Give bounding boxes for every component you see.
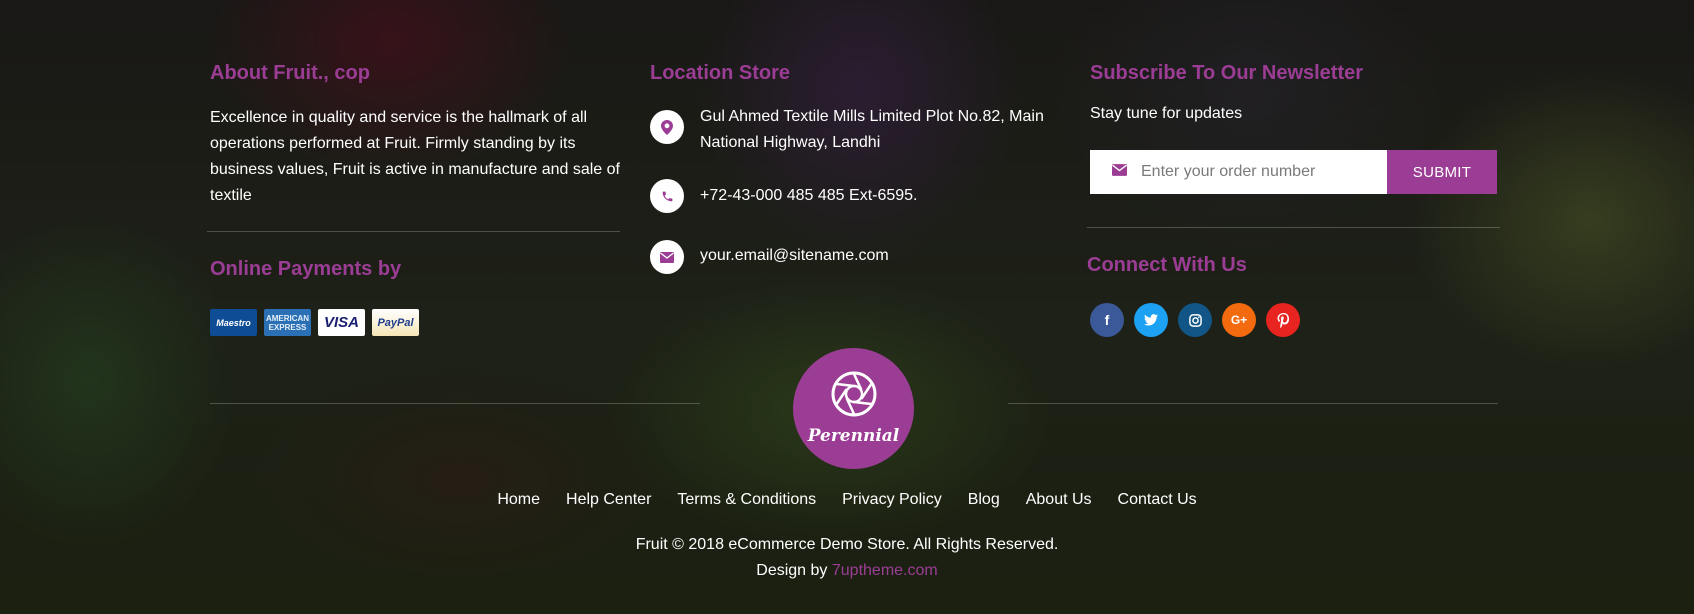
paypal-card-icon: PayPal xyxy=(372,309,419,336)
footer-link-terms[interactable]: Terms & Conditions xyxy=(677,491,816,509)
footer-nav: Home Help Center Terms & Conditions Priv… xyxy=(0,491,1694,509)
payments-title: Online Payments by xyxy=(210,258,402,280)
submit-button[interactable]: SUBMIT xyxy=(1387,150,1497,194)
design-credit: Design by 7uptheme.com xyxy=(0,558,1694,584)
site-footer: About Fruit., cop Excellence in quality … xyxy=(0,0,1694,614)
social-links: f G+ xyxy=(1090,303,1300,337)
envelope-icon xyxy=(1112,163,1127,181)
about-divider xyxy=(207,231,620,232)
newsletter-input-wrap xyxy=(1090,150,1387,194)
design-credit-link[interactable]: 7uptheme.com xyxy=(832,562,938,579)
instagram-icon[interactable] xyxy=(1178,303,1212,337)
location-address-row: Gul Ahmed Textile Mills Limited Plot No.… xyxy=(650,108,1060,156)
maestro-card-icon: Maestro xyxy=(210,309,257,336)
visa-card-icon: VISA xyxy=(318,309,365,336)
google-plus-icon[interactable]: G+ xyxy=(1222,303,1256,337)
newsletter-text: Stay tune for updates xyxy=(1090,105,1243,122)
copyright: Fruit © 2018 eCommerce Demo Store. All R… xyxy=(0,532,1694,584)
location-email-row: your.email@sitename.com xyxy=(650,240,1060,274)
american-express-card-icon: AMERICAN EXPRESS xyxy=(264,309,311,336)
about-title: About Fruit., cop xyxy=(210,62,370,84)
design-credit-prefix: Design by xyxy=(756,562,828,579)
location-email[interactable]: your.email@sitename.com xyxy=(700,243,1060,269)
newsletter-divider xyxy=(1087,227,1500,228)
about-text: Excellence in quality and service is the… xyxy=(210,109,620,204)
footer-link-about-us[interactable]: About Us xyxy=(1026,491,1092,509)
location-phone: +72-43-000 485 485 Ext-6595. xyxy=(700,187,918,204)
newsletter-input[interactable] xyxy=(1141,163,1381,181)
footer-link-contact-us[interactable]: Contact Us xyxy=(1118,491,1197,509)
facebook-icon[interactable]: f xyxy=(1090,303,1124,337)
connect-title: Connect With Us xyxy=(1087,254,1247,276)
envelope-icon xyxy=(650,240,684,274)
perennial-logo[interactable]: Perennial xyxy=(793,348,914,469)
logo-name: Perennial xyxy=(807,426,900,446)
footer-link-privacy-policy[interactable]: Privacy Policy xyxy=(842,491,942,509)
footer-link-help-center[interactable]: Help Center xyxy=(566,491,651,509)
footer-link-blog[interactable]: Blog xyxy=(968,491,1000,509)
logo-divider-right xyxy=(1008,403,1498,404)
location-title: Location Store xyxy=(650,62,791,84)
location-phone-row: +72-43-000 485 485 Ext-6595. xyxy=(650,179,1060,213)
map-marker-icon xyxy=(650,110,684,144)
phone-icon xyxy=(650,179,684,213)
newsletter-form: SUBMIT xyxy=(1090,150,1497,194)
logo-divider-left xyxy=(210,403,700,404)
location-address: Gul Ahmed Textile Mills Limited Plot No.… xyxy=(700,108,1044,151)
pinterest-icon[interactable] xyxy=(1266,303,1300,337)
camera-aperture-icon xyxy=(831,371,877,422)
footer-link-home[interactable]: Home xyxy=(497,491,540,509)
copyright-text: Fruit © 2018 eCommerce Demo Store. All R… xyxy=(635,536,1059,553)
twitter-icon[interactable] xyxy=(1134,303,1168,337)
newsletter-title: Subscribe To Our Newsletter xyxy=(1090,62,1364,84)
payment-cards: Maestro AMERICAN EXPRESS VISA PayPal xyxy=(210,309,419,336)
